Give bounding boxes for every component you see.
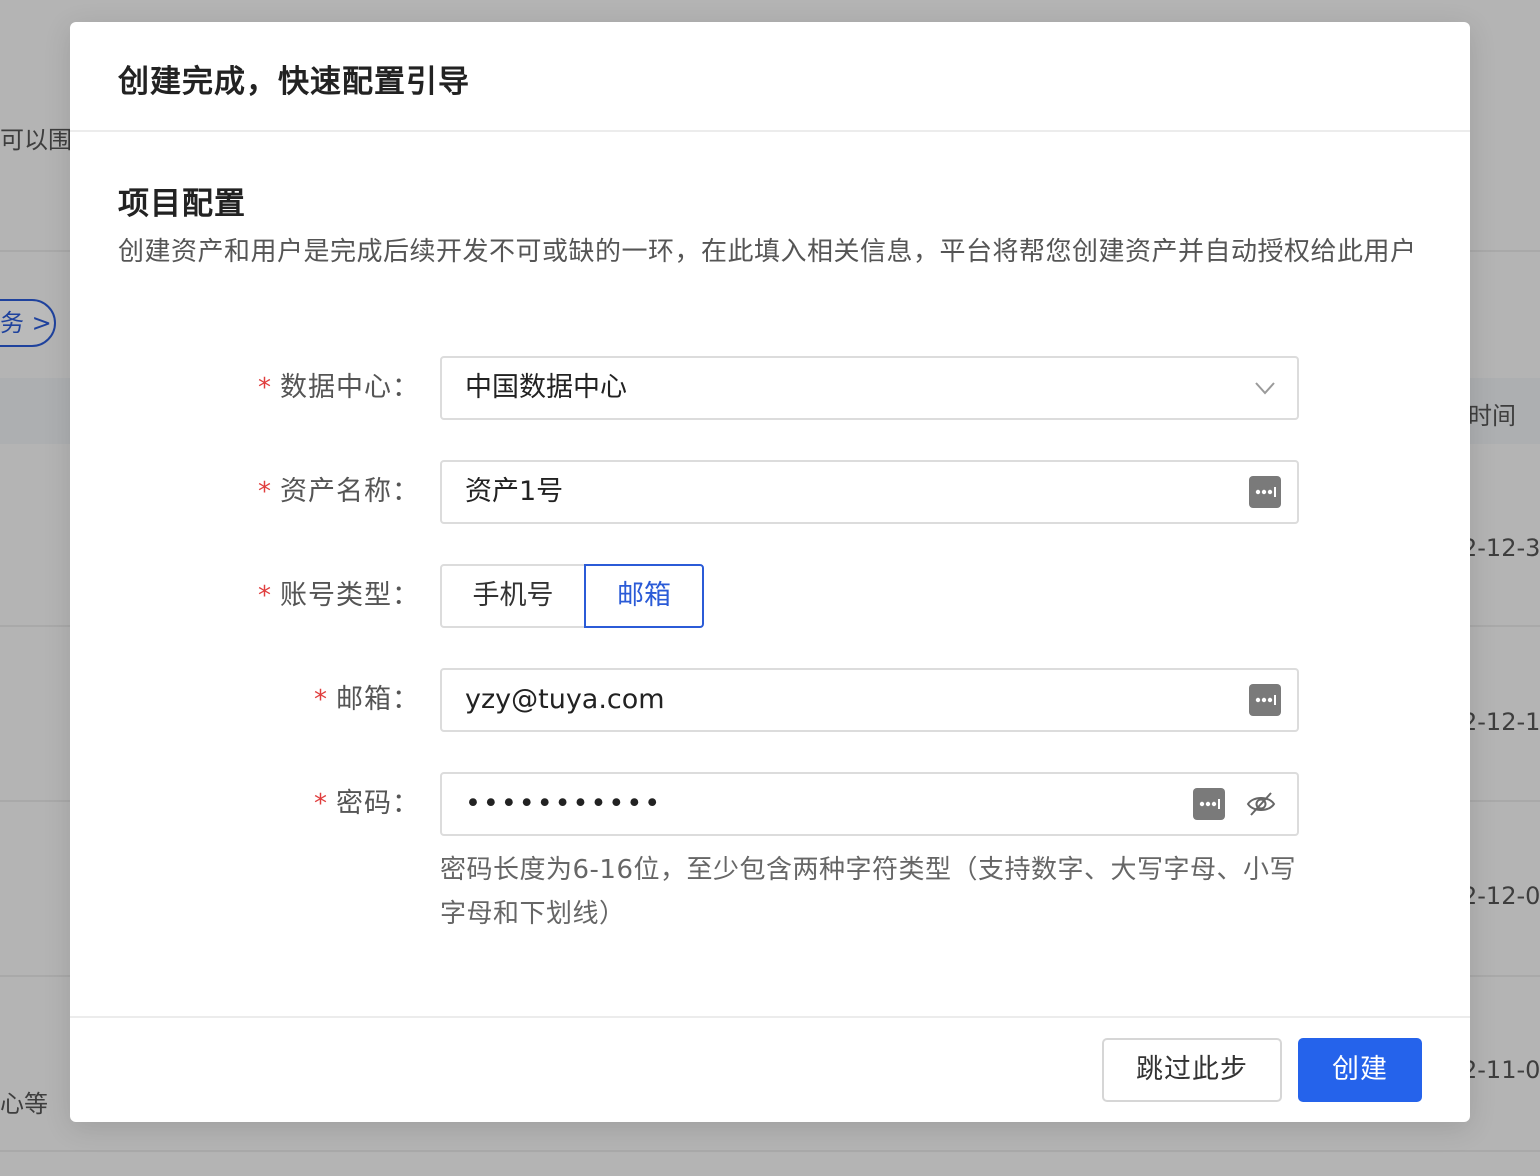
email-value: yzy@tuya.com xyxy=(465,684,665,715)
required-mark: * xyxy=(258,581,272,611)
form-row-data-center: * 数据中心： 中国数据中心 xyxy=(70,356,1470,420)
asset-name-label: * 资产名称： xyxy=(258,476,420,507)
modal-footer: 跳过此步 创建 xyxy=(70,1016,1470,1122)
form-row-asset-name: * 资产名称： 资产1号 xyxy=(70,460,1470,524)
account-type-radio-group: 手机号 邮箱 xyxy=(440,564,704,628)
data-center-value: 中国数据中心 xyxy=(465,372,627,403)
data-center-label: * 数据中心： xyxy=(258,372,420,403)
password-manager-icon[interactable] xyxy=(1249,684,1281,716)
section-description: 创建资产和用户是完成后续开发不可或缺的一环，在此填入相关信息，平台将帮您创建资产… xyxy=(118,237,1417,267)
form-row-email: * 邮箱： yzy@tuya.com xyxy=(70,668,1470,732)
required-mark: * xyxy=(258,477,272,507)
email-label: * 邮箱： xyxy=(314,684,420,715)
password-label: * 密码： xyxy=(314,788,420,819)
form-row-password: * 密码： ••••••••••• xyxy=(70,772,1470,836)
password-masked-value: ••••••••••• xyxy=(465,788,663,819)
asset-name-value: 资产1号 xyxy=(465,476,564,507)
account-type-email-option[interactable]: 邮箱 xyxy=(584,564,704,628)
required-mark: * xyxy=(258,373,272,403)
required-mark: * xyxy=(314,685,328,715)
password-manager-icon[interactable] xyxy=(1193,788,1225,820)
create-button[interactable]: 创建 xyxy=(1298,1038,1422,1102)
skip-button[interactable]: 跳过此步 xyxy=(1102,1038,1282,1102)
eye-invisible-icon[interactable] xyxy=(1245,788,1277,820)
password-input[interactable]: ••••••••••• xyxy=(440,772,1299,836)
modal-header: 创建完成，快速配置引导 xyxy=(70,22,1470,132)
account-type-phone-option[interactable]: 手机号 xyxy=(440,564,586,628)
form-row-account-type: * 账号类型： 手机号 邮箱 xyxy=(70,564,1470,628)
account-type-label: * 账号类型： xyxy=(258,580,420,611)
password-manager-icon[interactable] xyxy=(1249,476,1281,508)
section-title: 项目配置 xyxy=(118,186,246,222)
asset-name-input[interactable]: 资产1号 xyxy=(440,460,1299,524)
email-input[interactable]: yzy@tuya.com xyxy=(440,668,1299,732)
quick-config-modal: 创建完成，快速配置引导 项目配置 创建资产和用户是完成后续开发不可或缺的一环，在… xyxy=(70,22,1470,1122)
modal-title: 创建完成，快速配置引导 xyxy=(118,64,470,100)
chevron-down-icon xyxy=(1255,382,1275,395)
password-hint: 密码长度为6-16位，至少包含两种字符类型（支持数字、大写字母、小写字母和下划线… xyxy=(440,855,1297,929)
data-center-select[interactable]: 中国数据中心 xyxy=(440,356,1299,420)
required-mark: * xyxy=(314,789,328,819)
